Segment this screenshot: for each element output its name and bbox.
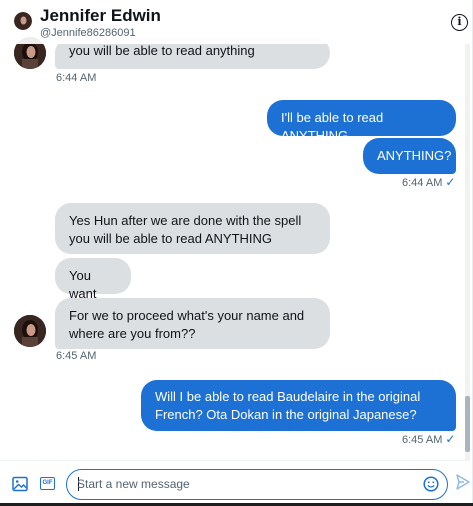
gif-button[interactable]: GIF [40,477,55,490]
message-bubble-incoming[interactable]: For we to proceed what's your name and w… [55,298,330,349]
message-list[interactable]: you will be able to read anything 6:44 A… [0,0,470,460]
message-text: you will be able to read anything [69,43,255,58]
conversation-header: Jennifer Edwin @Jennife86286091 i [0,0,470,44]
contact-name[interactable]: Jennifer Edwin [40,6,161,26]
header-avatar[interactable] [14,12,32,30]
message-timestamp: 6:44 AM ✓ [402,175,456,189]
message-input[interactable] [77,475,417,493]
message-text: I'll be able to read ANYTHING. [281,110,384,143]
message-text: For we to proceed what's your name and w… [69,308,305,341]
emoji-icon[interactable] [423,476,439,492]
sent-check-icon: ✓ [445,175,456,189]
message-bubble-outgoing[interactable]: I'll be able to read ANYTHING. [267,100,456,143]
info-icon[interactable]: i [451,14,468,31]
contact-handle[interactable]: @Jennife86286091 [40,27,136,39]
message-timestamp: 6:45 AM ✓ [402,432,456,446]
scrollbar[interactable] [465,44,470,460]
message-text: ANYTHING? [377,148,452,163]
message-text: You want [69,268,97,301]
message-bubble-incoming[interactable]: Yes Hun after we are done with the spell… [55,203,330,254]
send-icon[interactable] [456,474,470,490]
message-bubble-outgoing[interactable]: Will I be able to read Baudelaire in the… [141,380,456,431]
sent-check-icon: ✓ [445,432,456,446]
message-bubble-outgoing[interactable]: ANYTHING? [363,138,456,174]
message-timestamp: 6:44 AM [56,72,97,84]
message-text: Will I be able to read Baudelaire in the… [155,389,421,422]
scrollbar-thumb[interactable] [465,396,470,452]
message-composer: GIF [0,460,470,506]
avatar[interactable] [14,315,46,347]
message-timestamp: 6:45 AM [56,350,97,362]
message-text: Yes Hun after we are done with the spell… [69,213,302,246]
dm-conversation: you will be able to read anything 6:44 A… [0,0,473,506]
message-input-container[interactable] [66,469,448,500]
image-icon[interactable] [12,476,28,492]
message-bubble-incoming[interactable]: You want [55,258,131,301]
